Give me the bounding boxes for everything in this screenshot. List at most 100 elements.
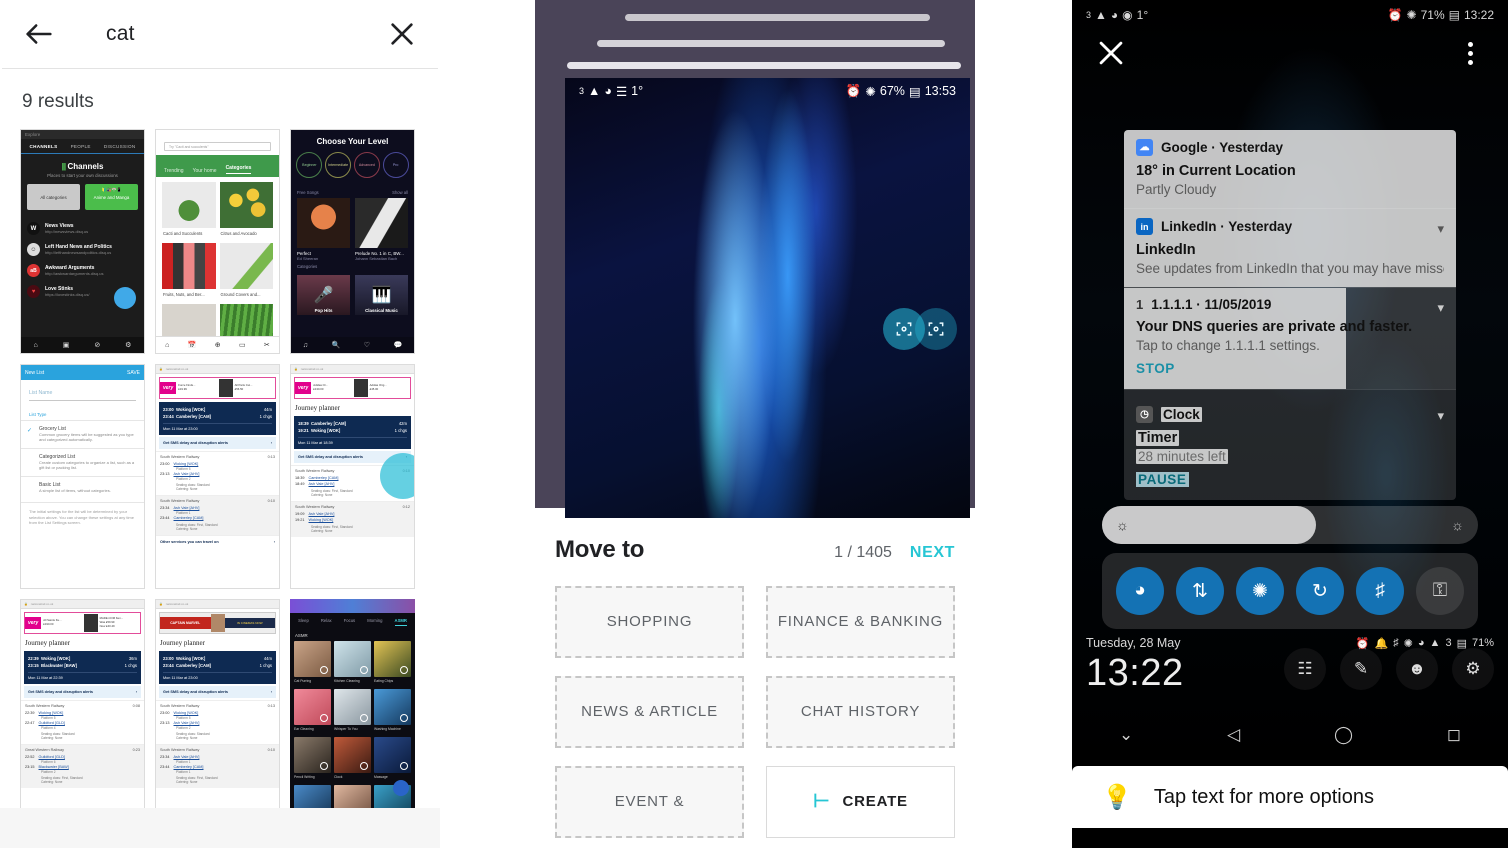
location-toggle[interactable]: ♯ — [1356, 567, 1404, 615]
result-thumbnail-journey-d[interactable]: 🔒 nationalrail.co.uk CAPTAIN MARVEL IN CI… — [155, 599, 280, 824]
chip-all-categories[interactable]: All categories — [27, 184, 80, 210]
advertisement[interactable]: very Adidas Or... £130.00 Adidas Orig...… — [294, 377, 411, 399]
advertisement[interactable]: very Force Finds... £19.99 All Paris Cut… — [159, 377, 276, 399]
leg-to[interactable]: Ash Vale [AHV] — [174, 721, 200, 725]
brightness-slider[interactable]: ☼ ☼ — [1102, 506, 1478, 544]
tip-bar[interactable]: 💡 Tap text for more options — [1072, 766, 1508, 828]
notification-clock-timer[interactable]: ▾ ◷ Clock Timer 28 minutes left PAUSE — [1124, 389, 1456, 500]
nav-search-icon[interactable]: 🔍 — [332, 341, 341, 349]
level-intermediate[interactable]: Intermediate — [325, 152, 352, 178]
advertisement[interactable]: very All Saints Ku... £190.00 MADE.COM K… — [24, 612, 141, 634]
sms-alerts-row[interactable]: Get SMS delay and disruption alerts › — [159, 437, 276, 449]
disqus-tabs[interactable]: CHANNELS PEOPLE DISCUSSION — [21, 139, 144, 154]
result-thumbnail-journey-a[interactable]: 🔒 nationalrail.co.uk very Force Finds... … — [155, 364, 280, 589]
bluetooth-toggle[interactable]: ✺ — [1236, 567, 1284, 615]
result-thumbnail-new-list[interactable]: New List SAVE List Name List Type ✓ Groc… — [20, 364, 145, 589]
screen-lock-toggle[interactable]: ⚿ — [1416, 567, 1464, 615]
nav-share-icon[interactable]: ✂ — [264, 341, 270, 349]
leg-from[interactable]: Ash Vale [AHV] — [309, 512, 335, 516]
list-item[interactable]: ☺ Left Hand News and Politics http://lef… — [21, 239, 144, 260]
result-thumbnail-journey-b[interactable]: 🔒 nationalrail.co.uk very Adidas Or... £1… — [290, 364, 415, 589]
mobile-data-toggle[interactable]: ⇅ — [1176, 567, 1224, 615]
play-icon[interactable] — [400, 666, 408, 674]
asmr-tile[interactable]: Pencil Writing — [294, 737, 331, 782]
disqus-tab-channels[interactable]: CHANNELS — [30, 144, 58, 149]
bottom-nav[interactable]: ♫ 🔍 ♡ 💬 — [291, 337, 414, 353]
close-icon[interactable] — [1094, 36, 1128, 70]
list-option-grocery[interactable]: ✓ Grocery List Common grocery items will… — [21, 420, 144, 448]
leg-from[interactable]: Ash Vale [AHV] — [174, 506, 200, 510]
notification-google-weather[interactable]: ☁ Google · Yesterday 18° in Current Loca… — [1124, 130, 1456, 208]
leg-to[interactable]: Woking [WOK] — [309, 518, 334, 522]
asmr-tab-focus[interactable]: Focus — [344, 618, 355, 626]
play-icon[interactable] — [360, 714, 368, 722]
song-card[interactable]: Prelude No. 1 in C, BW... Johann Sebasti… — [355, 198, 408, 261]
result-thumbnail-plants[interactable]: Try "Cacti and succulents" Trending Your… — [155, 129, 280, 354]
leg-to[interactable]: Guildford [GLD] — [39, 721, 65, 725]
category-chat-history[interactable]: CHAT HISTORY — [766, 676, 955, 748]
appbar-save-button[interactable]: SAVE — [127, 370, 140, 376]
create-category-button[interactable]: ⊢ CREATE — [766, 766, 955, 838]
disqus-tab-people[interactable]: PEOPLE — [71, 144, 91, 149]
wifi-toggle[interactable]: ◕ — [1116, 567, 1164, 615]
back-triangle-icon[interactable]: ◁ — [1227, 725, 1240, 745]
leg-from[interactable]: Woking [WOK] — [174, 711, 199, 715]
level-beginner[interactable]: Beginner — [296, 152, 323, 178]
category-finance-banking[interactable]: FINANCE & BANKING — [766, 586, 955, 658]
play-icon[interactable] — [400, 762, 408, 770]
asmr-tile[interactable]: Washing Machine — [374, 689, 411, 734]
bottom-nav[interactable]: ⌂ ▣ ⊘ ⚙ — [21, 337, 144, 353]
auto-rotate-toggle[interactable]: ↻ — [1296, 567, 1344, 615]
plant-tabs[interactable]: Trending Your home Categories — [156, 155, 279, 177]
category-shopping[interactable]: SHOPPING — [555, 586, 744, 658]
play-icon[interactable] — [320, 666, 328, 674]
plant-tab-your-home[interactable]: Your home — [193, 168, 217, 174]
list-item[interactable]: W News Views http://newsviews.disq.us — [21, 218, 144, 239]
play-icon[interactable] — [400, 714, 408, 722]
list-option-basic[interactable]: Basic List A simple list of items, witho… — [21, 475, 144, 498]
nav-home-icon[interactable]: ⌂ — [165, 342, 169, 349]
category-event[interactable]: EVENT & — [555, 766, 744, 838]
advertisement[interactable]: CAPTAIN MARVEL IN CINEMAS NOW — [159, 612, 276, 634]
result-thumbnail-asmr[interactable]: Sleep Relax Focus Morning ASMR ASMR Cat … — [290, 599, 415, 824]
back-arrow-icon[interactable] — [22, 17, 56, 51]
compose-fab[interactable] — [114, 287, 136, 309]
nav-feed-icon[interactable]: ▣ — [63, 341, 70, 349]
nav-explore-icon[interactable]: ⊘ — [94, 341, 100, 349]
play-fab[interactable] — [393, 780, 409, 796]
notif-action-pause[interactable]: PAUSE — [1136, 464, 1189, 487]
asmr-tile[interactable]: Clock — [334, 737, 371, 782]
asmr-tab-asmr[interactable]: ASMR — [394, 618, 407, 626]
leg-from[interactable]: Camberley [CAM] — [309, 476, 339, 480]
nav-favorites-icon[interactable]: ♡ — [364, 341, 370, 349]
result-thumbnail-journey-c[interactable]: 🔒 nationalrail.co.uk very All Saints Ku..… — [20, 599, 145, 824]
home-circle-icon[interactable]: ◯ — [1334, 725, 1353, 745]
sms-alerts-row[interactable]: Get SMS delay and disruption alerts › — [24, 686, 141, 698]
plant-card[interactable]: Ground Covers and... — [219, 243, 273, 300]
category-classical-music[interactable]: 🎹 Classical Music — [355, 275, 408, 315]
leg-to[interactable]: Ash Vale [AHV] — [309, 482, 335, 486]
plant-tab-categories[interactable]: Categories — [225, 165, 252, 174]
list-item[interactable]: aB Awkward Arguments http://awkwardargum… — [21, 260, 144, 281]
result-thumbnail-disqus[interactable]: Explore CHANNELS PEOPLE DISCUSSION ||| C… — [20, 129, 145, 354]
screenshot-preview[interactable]: 3 ▲ ◕ ☰ 1° ⏰ ✺ 67% ▤ 13:53 — [565, 78, 970, 518]
nav-chat-icon[interactable]: 💬 — [394, 341, 403, 349]
asmr-tabs[interactable]: Sleep Relax Focus Morning ASMR — [290, 613, 415, 630]
bottom-nav[interactable]: ⌂ 📅 ⊕ ▭ ✂ — [156, 336, 279, 353]
play-icon[interactable] — [320, 714, 328, 722]
plant-card[interactable]: Citrus and Avocado — [219, 182, 273, 239]
lens-scan-icon[interactable] — [915, 308, 957, 350]
asmr-tile[interactable]: Ear Cleaning — [294, 689, 331, 734]
chevron-down-icon[interactable]: ▾ — [1437, 300, 1444, 316]
search-input[interactable]: cat — [106, 22, 386, 46]
app-drawer-icon[interactable]: ☷ — [1284, 648, 1326, 690]
level-pro[interactable]: Pro — [382, 152, 409, 178]
song-card[interactable]: Perfect Ed Sheeran — [297, 198, 350, 261]
leg-from[interactable]: Ash Vale [AHV] — [174, 755, 200, 759]
notif-action-stop[interactable]: STOP — [1136, 353, 1175, 376]
lens-fab-group[interactable] — [883, 308, 957, 350]
play-icon[interactable] — [360, 666, 368, 674]
notification-linkedin[interactable]: ▾ in LinkedIn · Yesterday LinkedIn See u… — [1124, 208, 1456, 287]
plant-search-input[interactable]: Try "Cacti and succulents" — [164, 142, 271, 151]
nav-messages-icon[interactable]: ▭ — [239, 341, 246, 349]
